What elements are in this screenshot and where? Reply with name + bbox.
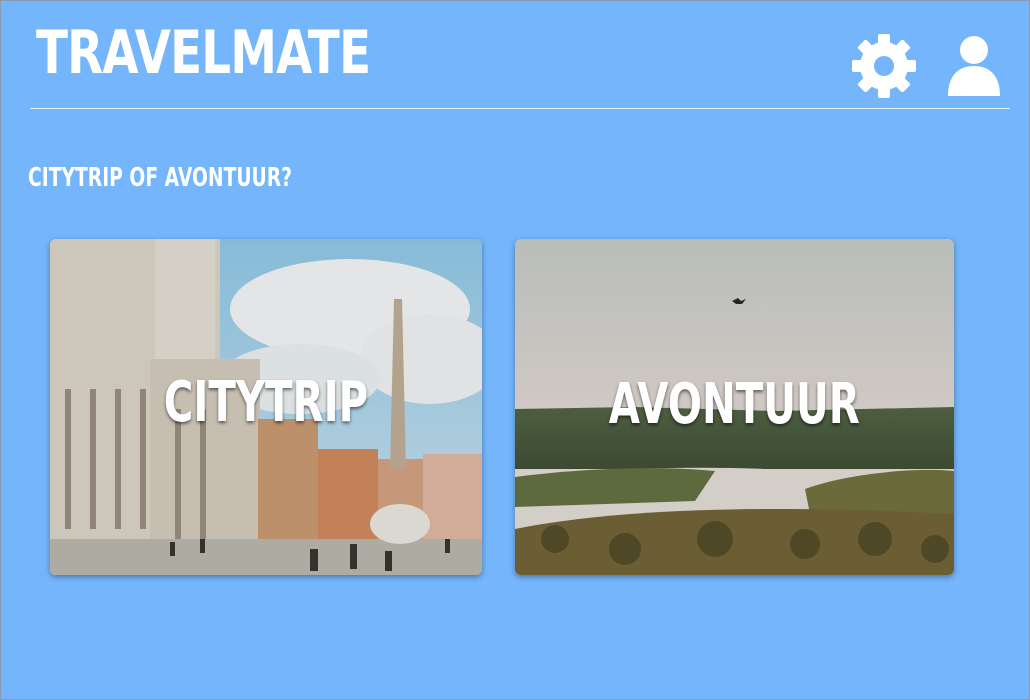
settings-button[interactable] [848,30,920,102]
avontuur-label-wrap: AVONTUUR [515,239,954,575]
gear-icon [852,34,916,98]
app-header: TRAVELMATE [30,0,1010,109]
app-title: TRAVELMATE [36,18,371,88]
citytrip-label-wrap: CITYTRIP [50,239,482,575]
question-heading: CITYTRIP OF AVONTUUR? [28,163,293,193]
profile-button[interactable] [938,30,1010,102]
citytrip-card[interactable]: CITYTRIP [50,239,482,575]
user-icon [948,36,1000,96]
citytrip-label: CITYTRIP [163,369,369,435]
avontuur-card[interactable]: AVONTUUR [515,239,954,575]
avontuur-label: AVONTUUR [608,371,861,437]
